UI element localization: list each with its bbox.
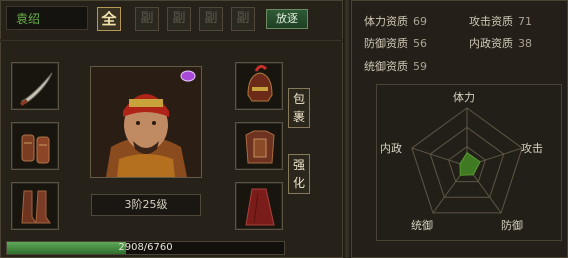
panel-divider [343, 0, 351, 258]
hero-rank-level: 3阶25级 [91, 194, 201, 216]
boots-icon [21, 190, 51, 224]
bracers-icon [21, 134, 50, 164]
bag-button[interactable]: 包 裹 [288, 88, 310, 128]
stat-physique-label: 体力资质 [364, 15, 408, 28]
tab-all[interactable]: 全 [97, 7, 121, 31]
bracers-slot[interactable] [11, 122, 59, 170]
stat-politics-value: 38 [518, 37, 532, 50]
stat-command: 统御资质 59 [364, 58, 427, 74]
hero-name: 袁绍 [16, 12, 41, 26]
tab-all-label: 全 [101, 10, 117, 28]
experience-bar: 2908/6760 [6, 241, 285, 255]
weapon-slot[interactable] [11, 62, 59, 110]
radar-graph [411, 107, 523, 214]
stat-command-value: 59 [413, 60, 427, 73]
radar-axis-line [411, 147, 468, 167]
bag-button-label-top: 包 [292, 92, 305, 106]
stat-command-label: 统御资质 [364, 60, 408, 73]
radar-axis-attack: 攻击 [521, 142, 543, 155]
cloak-slot[interactable] [235, 182, 283, 230]
helmet-icon [247, 64, 273, 102]
dismiss-button[interactable]: 放逐 [266, 9, 308, 29]
radar-axis-physique: 体力 [453, 91, 475, 104]
tab-deputy-label: 副 [140, 11, 154, 26]
radar-axis-command: 统御 [411, 219, 433, 232]
enhance-button-label-top: 强 [292, 158, 305, 172]
tab-deputy-4[interactable]: 副 [231, 7, 255, 31]
enhance-button-label-bottom: 化 [292, 176, 305, 190]
stat-defense-value: 56 [413, 37, 427, 50]
saber-icon [20, 72, 53, 106]
bag-button-label-bottom: 裹 [292, 110, 305, 124]
stat-defense-label: 防御资质 [364, 37, 408, 50]
tab-deputy-1[interactable]: 副 [135, 7, 159, 31]
armor-icon [245, 130, 275, 164]
tab-deputy-2[interactable]: 副 [167, 7, 191, 31]
warlord-portrait-icon [91, 67, 201, 177]
stat-attack-label: 攻击资质 [469, 15, 513, 28]
radar-value-area [459, 151, 481, 176]
boots-slot[interactable] [11, 182, 59, 230]
stat-defense: 防御资质 56 [364, 35, 427, 51]
stat-politics: 内政资质 38 [469, 35, 532, 51]
radar-axis-politics: 内政 [380, 142, 402, 155]
tab-deputy-label: 副 [172, 11, 186, 26]
enhance-button[interactable]: 强 化 [288, 154, 310, 194]
stat-attack: 攻击资质 71 [469, 13, 532, 29]
cloak-icon [245, 188, 275, 226]
experience-text: 2908/6760 [118, 242, 173, 253]
helmet-slot[interactable] [235, 62, 283, 110]
stat-politics-label: 内政资质 [469, 37, 513, 50]
armor-slot[interactable] [235, 122, 283, 170]
top-bar-separator [0, 39, 343, 42]
stat-attack-value: 71 [518, 15, 532, 28]
radar-axis-defense: 防御 [501, 219, 523, 232]
stat-physique: 体力资质 69 [364, 13, 427, 29]
tab-deputy-3[interactable]: 副 [199, 7, 223, 31]
stat-physique-value: 69 [413, 15, 427, 28]
tab-deputy-label: 副 [236, 11, 250, 26]
hero-portrait [90, 66, 202, 178]
tab-deputy-label: 副 [204, 11, 218, 26]
